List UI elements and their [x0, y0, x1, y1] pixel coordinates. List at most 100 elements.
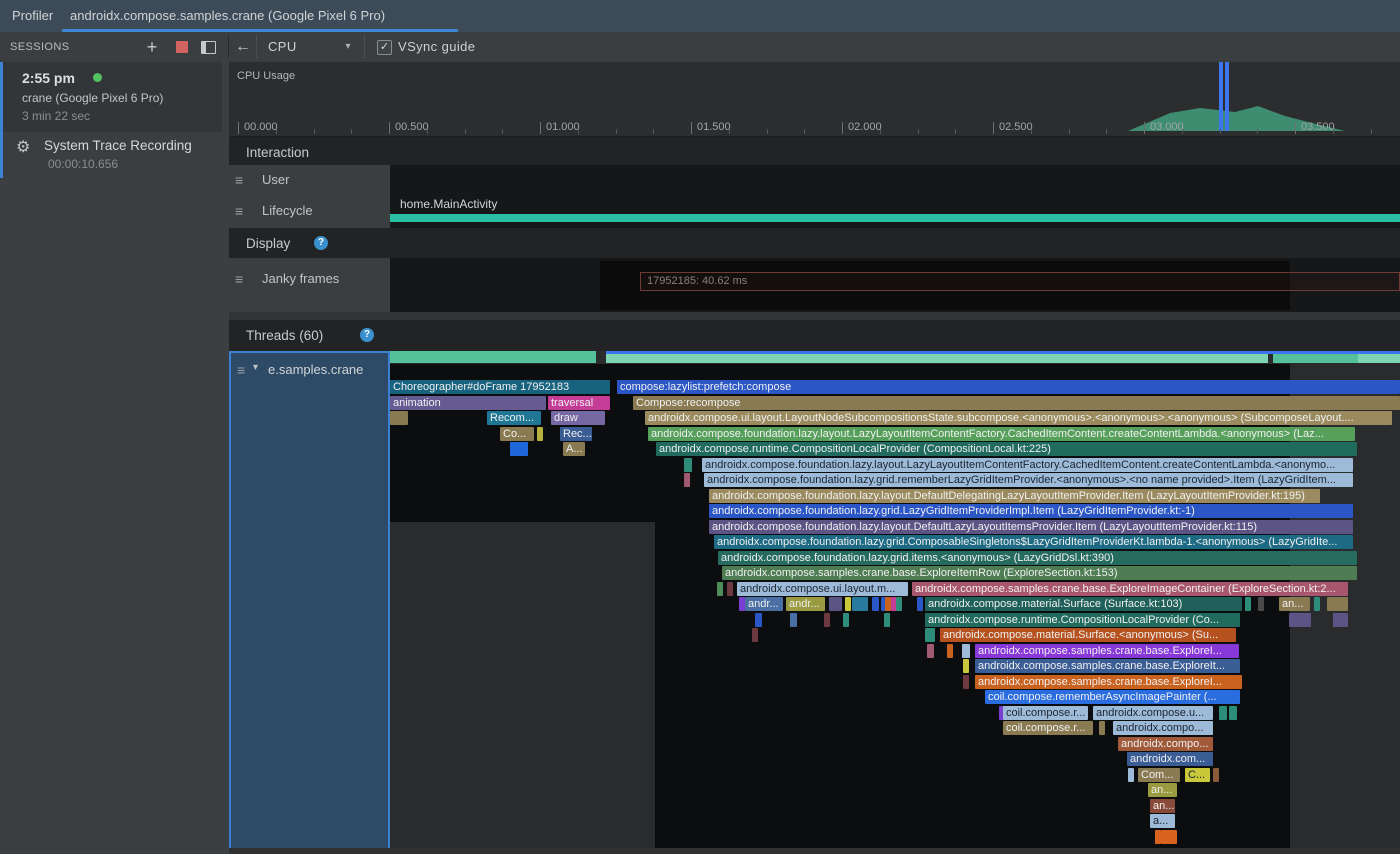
process-dropdown[interactable]: CPU [268, 32, 297, 62]
expand-arrow-icon[interactable]: ▾ [253, 362, 258, 373]
lifecycle-event-bar[interactable] [390, 214, 1400, 222]
flame-bar[interactable] [843, 613, 849, 627]
flame-bar[interactable]: androidx.com... [1127, 752, 1213, 766]
flame-bar[interactable] [927, 644, 934, 658]
flame-bar[interactable] [925, 628, 935, 642]
flame-bar[interactable]: androidx.compose.ui.layout.LayoutNodeSub… [645, 411, 1392, 425]
flame-bar[interactable]: an... [1150, 799, 1175, 813]
flame-bar[interactable] [962, 644, 970, 658]
drag-handle-icon[interactable]: ≡ [235, 172, 243, 188]
cpu-usage-timeline[interactable]: CPU Usage 00.00000.50001.00001.50002.000… [229, 62, 1400, 136]
thread-state-segment[interactable] [606, 354, 1268, 363]
flame-bar[interactable]: androidx.compose.foundation.lazy.grid.La… [709, 504, 1353, 518]
flame-bar[interactable]: Choreographer#doFrame 17952183 [390, 380, 610, 394]
thread-flame-chart[interactable]: Choreographer#doFrame 17952183 compose:la… [390, 351, 1400, 854]
flame-bar[interactable]: androidx.compose.samples.crane.base.Expl… [912, 582, 1348, 596]
flame-bar[interactable] [684, 458, 692, 472]
flame-bar[interactable]: andr... [745, 597, 783, 611]
flame-bar[interactable] [752, 628, 758, 642]
flame-bar[interactable] [1258, 597, 1264, 611]
collapse-panel-icon[interactable] [201, 41, 216, 54]
flame-bar[interactable]: androidx.compose.foundation.lazy.layout.… [648, 427, 1355, 441]
flame-bar[interactable]: androidx.compo... [1113, 721, 1213, 735]
flame-bar[interactable]: an... [1148, 783, 1177, 797]
flame-bar[interactable]: androidx.compose.foundation.lazy.grid.it… [718, 551, 1357, 565]
flame-bar[interactable]: androidx.compose.u... [1093, 706, 1213, 720]
user-track[interactable] [390, 165, 1400, 196]
lifecycle-track-label[interactable]: ≡ Lifecycle [229, 196, 390, 229]
user-track-label[interactable]: ≡ User [229, 165, 390, 197]
flame-bar[interactable]: C... [1185, 768, 1210, 782]
flame-bar[interactable] [1219, 706, 1227, 720]
flame-bar[interactable] [1327, 597, 1348, 611]
flame-bar[interactable]: androidx.compose.ui.layout.m... [737, 582, 908, 596]
flame-bar[interactable]: Co... [500, 427, 534, 441]
flame-bar[interactable]: androidx.compose.foundation.lazy.layout.… [709, 520, 1353, 534]
flame-bar[interactable]: coil.compose.r... [1003, 721, 1093, 735]
flame-bar[interactable] [727, 582, 733, 596]
flame-bar[interactable] [390, 411, 408, 425]
tab-active-session[interactable]: androidx.compose.samples.crane (Google P… [62, 0, 393, 32]
stop-recording-icon[interactable] [176, 41, 188, 53]
flame-bar[interactable]: an... [1279, 597, 1310, 611]
flame-bar[interactable]: a... [1150, 814, 1175, 828]
flame-bar[interactable] [917, 597, 923, 611]
flame-bar[interactable] [947, 644, 953, 658]
flame-bar[interactable] [963, 659, 969, 673]
add-session-icon[interactable]: + [142, 32, 162, 62]
flame-bar[interactable]: coil.compose.rememberAsyncImagePainter (… [985, 690, 1240, 704]
janky-frames-track-label[interactable]: ≡ Janky frames [229, 258, 390, 313]
back-arrow-icon[interactable]: ← [233, 32, 253, 62]
flame-bar[interactable]: andr... [786, 597, 825, 611]
flame-bar[interactable]: compose:lazylist:prefetch:compose [617, 380, 1400, 394]
flame-bar[interactable] [790, 613, 797, 627]
drag-handle-icon[interactable]: ≡ [235, 203, 243, 219]
flame-bar[interactable]: androidx.compose.foundation.lazy.layout.… [702, 458, 1353, 472]
flame-bar[interactable] [852, 597, 868, 611]
flame-bar[interactable] [1333, 613, 1348, 627]
flame-bar[interactable]: androidx.compose.material.Surface (Surfa… [925, 597, 1242, 611]
flame-bar[interactable] [845, 597, 851, 611]
flame-bar[interactable]: traversal [548, 396, 610, 410]
drag-handle-icon[interactable]: ≡ [237, 362, 245, 378]
recording-item[interactable]: ⚙ System Trace Recording 00:00:10.656 [0, 132, 222, 178]
flame-bar[interactable] [1171, 830, 1177, 844]
chevron-down-icon[interactable]: ▾ [340, 32, 356, 62]
flame-bar[interactable] [824, 613, 830, 627]
flame-bar[interactable] [1099, 721, 1105, 735]
flame-bar[interactable] [1314, 597, 1320, 611]
flame-bar[interactable]: androidx.compose.material.Surface.<anony… [940, 628, 1236, 642]
flame-bar[interactable] [963, 675, 969, 689]
help-icon[interactable]: ? [314, 236, 328, 250]
flame-bar[interactable]: androidx.compose.foundation.lazy.layout.… [709, 489, 1320, 503]
help-icon[interactable]: ? [360, 328, 374, 342]
flame-bar[interactable]: Rec... [560, 427, 592, 441]
thread-track-label[interactable]: ≡ ▾ e.samples.crane [229, 351, 390, 854]
flame-bar[interactable] [717, 582, 723, 596]
flame-bar[interactable]: androidx.compose.samples.crane.base.Expl… [722, 566, 1357, 580]
lifecycle-track[interactable] [390, 196, 1400, 228]
flame-bar[interactable]: Compose:recompose [633, 396, 1400, 410]
flame-bar[interactable]: androidx.compose.samples.crane.base.Expl… [975, 675, 1242, 689]
flame-bar[interactable]: Com... [1138, 768, 1180, 782]
flame-bar[interactable]: androidx.compose.foundation.lazy.grid.Co… [714, 535, 1353, 549]
flame-bar[interactable]: androidx.compose.samples.crane.base.Expl… [975, 644, 1239, 658]
thread-state-segment[interactable] [390, 351, 596, 363]
flame-bar[interactable] [510, 442, 528, 456]
flame-bar[interactable] [684, 473, 690, 487]
flame-bar[interactable]: animation [390, 396, 546, 410]
flame-bar[interactable]: draw [551, 411, 605, 425]
drag-handle-icon[interactable]: ≡ [235, 271, 243, 287]
tab-profiler[interactable]: Profiler [4, 0, 61, 32]
flame-bar[interactable]: androidx.compose.runtime.CompositionLoca… [925, 613, 1240, 627]
flame-bar[interactable]: coil.compose.r... [1003, 706, 1088, 720]
flame-bar[interactable] [537, 427, 543, 441]
janky-frame-duration-badge[interactable]: 17952185: 40.62 ms [640, 272, 1400, 291]
flame-bar[interactable] [1229, 706, 1237, 720]
flame-bar[interactable] [1289, 613, 1311, 627]
flame-bar[interactable] [755, 613, 762, 627]
flame-bar[interactable]: androidx.compose.samples.crane.base.Expl… [975, 659, 1240, 673]
flame-bar[interactable] [1128, 768, 1134, 782]
flame-bar[interactable]: androidx.compo... [1118, 737, 1213, 751]
flame-bar[interactable]: androidx.compose.runtime.CompositionLoca… [656, 442, 1357, 456]
